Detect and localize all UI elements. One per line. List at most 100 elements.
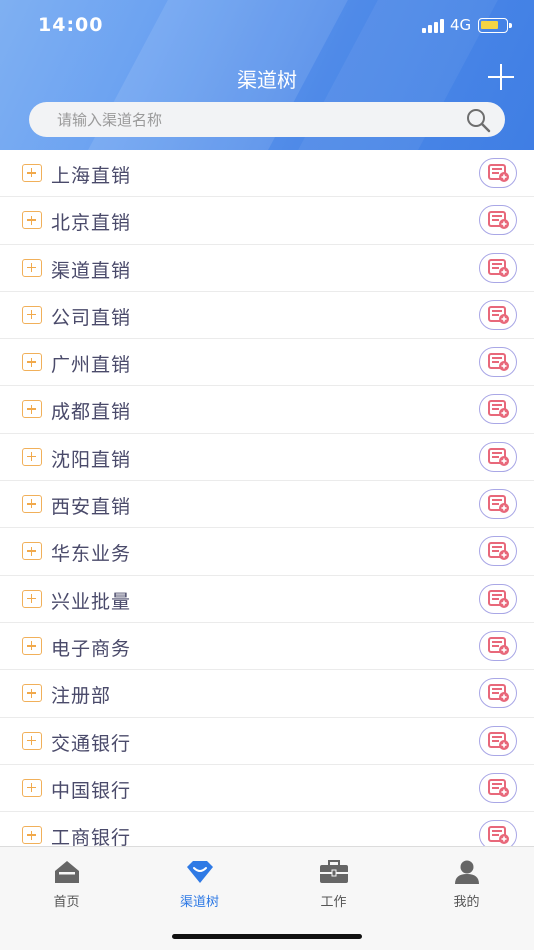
channel-name: 上海直销 [51,165,132,187]
diamond-icon [186,861,213,883]
expand-icon[interactable] [22,258,42,277]
channel-name: 电子商务 [51,637,132,660]
expand-icon[interactable] [22,636,42,655]
channel-detail-icon [488,495,509,514]
channel-action-button[interactable] [479,583,517,614]
channel-row[interactable]: 华东业务 [0,528,534,576]
channel-name: 华东业务 [51,543,132,566]
channel-row[interactable]: 注册部 [0,670,534,718]
channel-row[interactable]: 中国银行 [0,765,534,813]
tab-work[interactable]: 工作 [267,855,400,915]
channel-detail-icon [488,164,509,182]
channel-action-button[interactable] [479,820,517,846]
battery-icon [478,18,512,33]
channel-detail-icon [488,731,509,750]
expand-icon[interactable] [22,447,42,466]
channel-detail-icon [488,778,509,797]
channel-action-button[interactable] [479,678,517,709]
tab-label: 工作 [320,895,347,910]
channel-list: 上海直销北京直销渠道直销公司直销广州直销成都直销沈阳直销西安直销华东业务兴业批量… [0,150,534,846]
tab-label: 我的 [453,895,480,910]
channel-name: 公司直销 [51,306,132,329]
home-indicator [172,934,362,939]
channel-row[interactable]: 交通银行 [0,718,534,765]
channel-action-button[interactable] [479,441,517,472]
channel-action-button[interactable] [479,299,517,330]
expand-icon[interactable] [22,589,42,608]
page-title: 渠道树 [237,68,297,92]
channel-detail-icon [488,353,509,372]
header: 14:00 4G 渠道树 [0,0,534,150]
channel-name: 注册部 [51,685,112,708]
channel-row[interactable]: 电子商务 [0,623,534,671]
search-bar[interactable] [29,102,505,137]
channel-name: 西安直销 [51,496,132,519]
expand-icon[interactable] [22,684,42,703]
network-type: 4G [450,16,472,34]
tab-label: 首页 [53,895,80,910]
channel-detail-icon [488,447,509,466]
channel-row[interactable]: 广州直销 [0,339,534,387]
expand-icon[interactable] [22,211,42,230]
channel-name: 北京直销 [51,212,132,235]
search-icon[interactable] [465,107,491,133]
channel-name: 广州直销 [51,354,132,377]
channel-name: 交通银行 [51,732,132,755]
tab-mine[interactable]: 我的 [400,855,533,915]
status-bar: 14:00 4G [0,0,534,52]
status-time: 14:00 [38,14,104,36]
channel-name: 工商银行 [51,827,132,846]
channel-detail-icon [488,211,509,230]
channel-row[interactable]: 工商银行 [0,812,534,846]
channel-name: 兴业批量 [51,590,132,613]
channel-action-button[interactable] [479,536,517,567]
channel-row[interactable]: 渠道直销 [0,245,534,292]
channel-row[interactable]: 上海直销 [0,150,534,198]
channel-action-button[interactable] [479,772,517,803]
channel-action-button[interactable] [479,347,517,378]
channel-row[interactable]: 成都直销 [0,386,534,434]
signal-icon [422,19,444,33]
user-icon [454,860,479,884]
expand-icon[interactable] [22,400,42,419]
channel-detail-icon [488,826,509,845]
tab-channel-tree[interactable]: 渠道树 [133,855,266,915]
channel-detail-icon [488,305,509,324]
channel-name: 中国银行 [51,779,132,802]
expand-icon[interactable] [22,731,42,750]
channel-detail-icon [488,684,509,703]
home-icon [54,861,79,883]
expand-icon[interactable] [22,353,42,372]
search-input[interactable] [57,102,457,137]
channel-name: 沈阳直销 [51,448,132,471]
tab-label: 渠道树 [179,895,219,910]
channel-row[interactable]: 兴业批量 [0,576,534,623]
channel-detail-icon [488,542,509,561]
channel-detail-icon [488,400,509,419]
channel-detail-icon [488,636,509,655]
channel-row[interactable]: 沈阳直销 [0,434,534,482]
channel-action-button[interactable] [479,252,517,283]
channel-action-button[interactable] [479,489,517,520]
briefcase-icon [319,860,348,883]
add-channel-button[interactable] [486,62,516,92]
channel-name: 渠道直销 [51,259,132,282]
channel-action-button[interactable] [479,394,517,425]
expand-icon[interactable] [22,305,42,324]
channel-name: 成都直销 [51,401,132,424]
channel-row[interactable]: 西安直销 [0,481,534,529]
channel-row[interactable]: 北京直销 [0,197,534,245]
expand-icon[interactable] [22,826,42,845]
channel-action-button[interactable] [479,725,517,756]
channel-action-button[interactable] [479,158,517,188]
expand-icon[interactable] [22,164,42,182]
channel-action-button[interactable] [479,630,517,661]
channel-action-button[interactable] [479,205,517,236]
expand-icon[interactable] [22,778,42,797]
channel-row[interactable]: 公司直销 [0,292,534,340]
channel-detail-icon [488,589,509,608]
expand-icon[interactable] [22,542,42,561]
tab-home[interactable]: 首页 [0,855,133,915]
channel-detail-icon [488,258,509,277]
expand-icon[interactable] [22,495,42,514]
